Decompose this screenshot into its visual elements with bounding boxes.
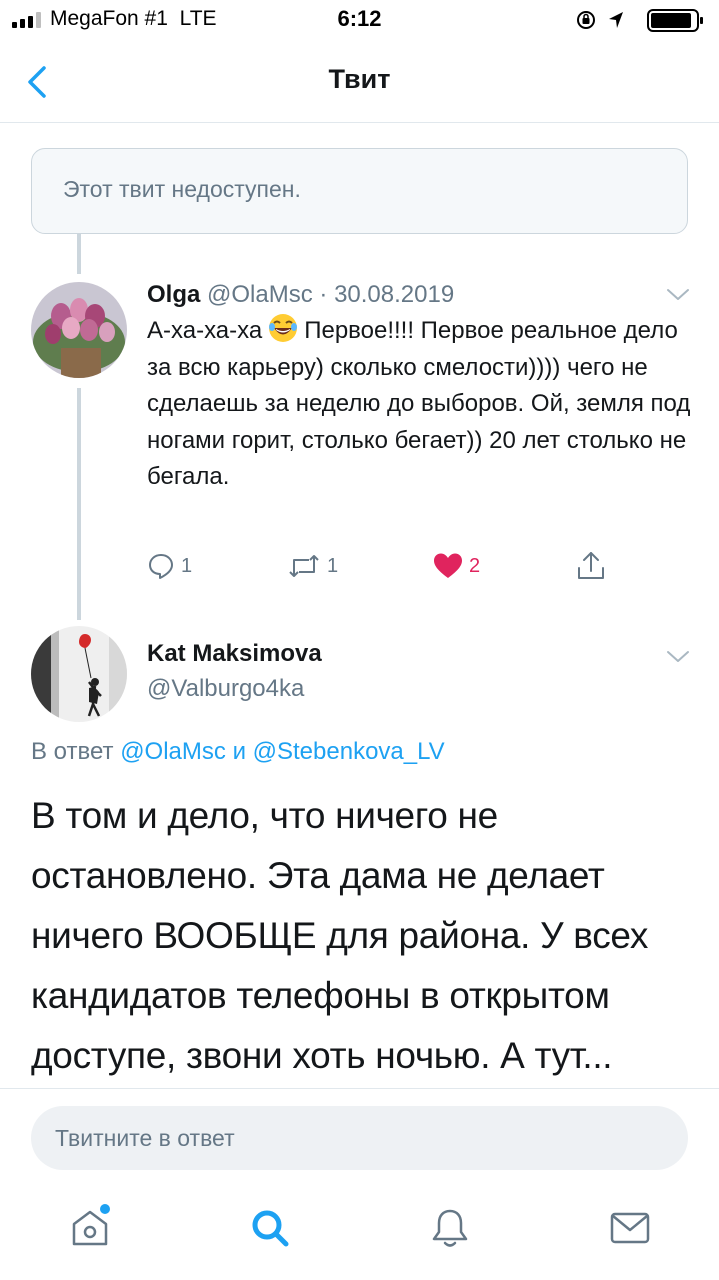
reply-conjunction: и: [232, 738, 246, 765]
reply-composer-input[interactable]: Твитните в ответ: [31, 1106, 688, 1170]
tweet-date[interactable]: 30.08.2019: [334, 281, 454, 308]
thread-line-middle: [77, 388, 81, 620]
messages-icon: [610, 1212, 650, 1244]
retweet-count: 1: [327, 554, 339, 577]
new-content-dot: [100, 1204, 110, 1214]
author-handle[interactable]: @OlaMsc: [207, 281, 313, 308]
avatar-olga[interactable]: [31, 282, 127, 378]
reply-action[interactable]: 1: [147, 548, 192, 584]
reply-mention-stebenkova[interactable]: @Stebenkova_LV: [253, 738, 445, 765]
nav-bar: Твит: [0, 40, 719, 123]
retweet-action[interactable]: 1: [287, 548, 338, 584]
search-icon: [252, 1210, 289, 1247]
reply-count: 1: [181, 554, 193, 577]
tweet-header: Olga @OlaMsc · 30.08.2019: [147, 281, 454, 309]
composer-divider: [0, 1088, 719, 1089]
avatar-kat-maksimova[interactable]: [31, 626, 127, 722]
page-title: Твит: [328, 64, 391, 94]
battery-icon: [647, 9, 703, 32]
header-separator: ·: [319, 281, 328, 308]
tab-messages[interactable]: [608, 1206, 652, 1250]
laughing-tears-emoji-icon: [269, 314, 298, 342]
rotation-lock-icon: [577, 11, 595, 29]
tweet-actions: 1 1 2: [147, 548, 667, 584]
thread-line-top: [77, 234, 81, 274]
status-bar: MegaFon #1 LTE 6:12: [0, 0, 719, 40]
tab-notifications[interactable]: [428, 1206, 472, 1250]
like-action[interactable]: 2: [433, 548, 480, 584]
unavailable-tweet-notice: Этот твит недоступен.: [31, 148, 688, 234]
reply-context: В ответ @OlaMsc и @Stebenkova_LV: [31, 738, 445, 766]
tweet-body: А-ха-ха-ха Первое!!!! Первое реальное де…: [147, 313, 697, 496]
focused-tweet-options-chevron-icon[interactable]: [665, 649, 691, 665]
share-icon: [578, 552, 604, 579]
like-count: 2: [469, 554, 481, 577]
unavailable-tweet-text: Этот твит недоступен.: [63, 176, 301, 202]
reply-mention-olamsc[interactable]: @OlaMsc: [120, 738, 226, 765]
reply-prefix: В ответ: [31, 738, 114, 765]
focused-tweet-body: В том и дело, что ничего не остановлено.…: [31, 795, 649, 1076]
reply-icon: [149, 554, 173, 579]
tweet-body-text-start: А-ха-ха-ха: [147, 317, 263, 344]
share-action[interactable]: [575, 548, 613, 584]
heart-filled-icon: [434, 553, 462, 578]
author-name[interactable]: Olga: [147, 281, 200, 308]
tweet-options-chevron-icon[interactable]: [665, 287, 691, 303]
tab-search[interactable]: [248, 1206, 292, 1250]
reply-composer-placeholder: Твитните в ответ: [55, 1125, 235, 1151]
location-arrow-icon: [609, 12, 623, 28]
focused-author-name[interactable]: Kat Maksimova: [147, 640, 322, 668]
retweet-icon: [289, 555, 319, 577]
notifications-icon: [432, 1209, 468, 1247]
focused-author-handle[interactable]: @Valburgo4ka: [147, 675, 304, 703]
